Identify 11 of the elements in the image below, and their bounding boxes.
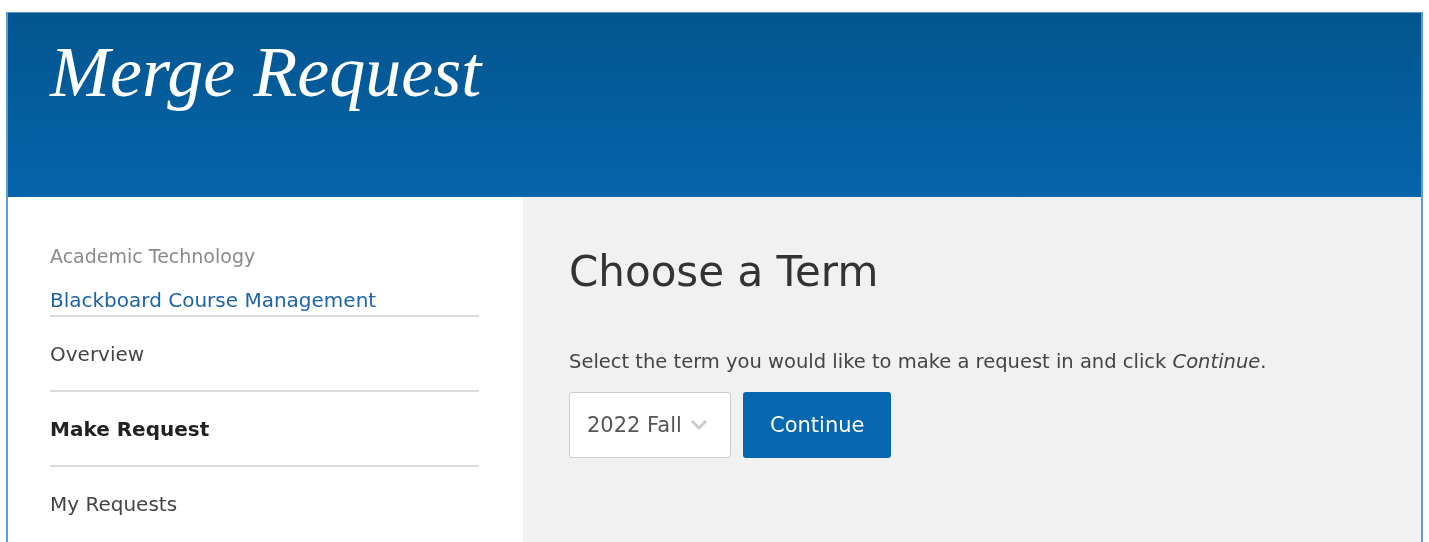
section-title-link[interactable]: Blackboard Course Management	[50, 285, 377, 315]
instruction-text: Select the term you would like to make a request in and click Continue.	[569, 349, 1267, 375]
page-title: Merge Request	[50, 31, 482, 114]
sidebar-item[interactable]: Make Request	[50, 390, 479, 465]
section-label: Academic Technology	[50, 244, 256, 269]
continue-button[interactable]: Continue	[743, 392, 892, 458]
sidebar-item[interactable]: My Requests	[50, 465, 479, 540]
chevron-down-icon	[689, 419, 708, 431]
page-heading: Choose a Term	[569, 246, 879, 298]
term-select[interactable]: 2022 Fall	[569, 392, 731, 458]
sidebar-item[interactable]: Overview	[50, 315, 479, 390]
